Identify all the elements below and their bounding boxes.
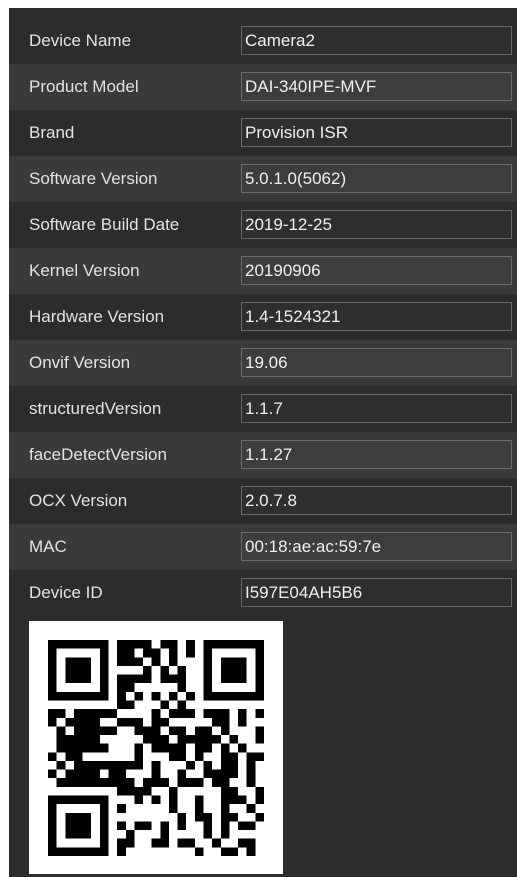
product-model-label: Product Model xyxy=(29,77,139,96)
product-model-field[interactable] xyxy=(241,72,512,101)
device-name-label: Device Name xyxy=(29,31,132,50)
row-product-model: Product Model xyxy=(9,64,517,110)
software-build-date-label: Software Build Date xyxy=(29,215,180,234)
row-face-detect-version: faceDetectVersion xyxy=(9,432,517,478)
face-detect-version-label: faceDetectVersion xyxy=(29,445,167,464)
onvif-version-field[interactable] xyxy=(241,348,512,377)
device-id-label: Device ID xyxy=(29,583,103,602)
ocx-version-field[interactable] xyxy=(241,486,512,515)
hardware-version-field[interactable] xyxy=(241,302,512,331)
row-hardware-version: Hardware Version xyxy=(9,294,517,340)
ocx-version-label: OCX Version xyxy=(29,491,128,510)
device-name-field[interactable] xyxy=(241,26,512,55)
row-ocx-version: OCX Version xyxy=(9,478,517,524)
row-structured-version: structuredVersion xyxy=(9,386,517,432)
device-id-field[interactable] xyxy=(241,578,512,607)
structured-version-label: structuredVersion xyxy=(29,399,162,418)
software-version-label: Software Version xyxy=(29,169,158,188)
mac-label: MAC xyxy=(29,537,67,556)
row-software-build-date: Software Build Date xyxy=(9,202,517,248)
mac-field[interactable] xyxy=(241,532,512,561)
row-device-id: Device ID xyxy=(9,570,517,616)
row-kernel-version: Kernel Version xyxy=(9,248,517,294)
device-info-panel: Device Name Product Model Brand Software… xyxy=(9,8,517,877)
brand-label: Brand xyxy=(29,123,75,142)
hardware-version-label: Hardware Version xyxy=(29,307,165,326)
software-build-date-field[interactable] xyxy=(241,210,512,239)
row-brand: Brand xyxy=(9,110,517,156)
kernel-version-field[interactable] xyxy=(241,256,512,285)
face-detect-version-field[interactable] xyxy=(241,440,512,469)
kernel-version-label: Kernel Version xyxy=(29,261,140,280)
brand-field[interactable] xyxy=(241,118,512,147)
row-device-name: Device Name xyxy=(9,18,517,64)
onvif-version-label: Onvif Version xyxy=(29,353,131,372)
row-software-version: Software Version xyxy=(9,156,517,202)
structured-version-field[interactable] xyxy=(241,394,512,423)
row-onvif-version: Onvif Version xyxy=(9,340,517,386)
software-version-field[interactable] xyxy=(241,164,512,193)
qr-code xyxy=(29,621,283,874)
qr-code-icon xyxy=(48,640,264,856)
row-mac: MAC xyxy=(9,524,517,570)
